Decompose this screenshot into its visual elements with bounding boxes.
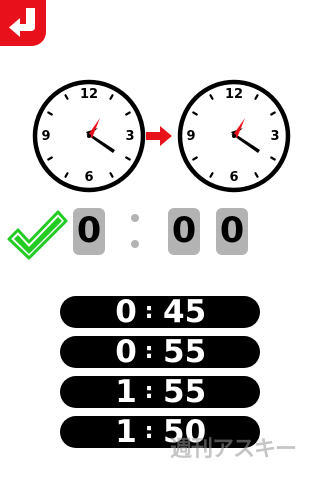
clock-number-3: 3: [270, 129, 280, 144]
start-clock: 12 3 6 9: [31, 78, 147, 194]
option-separator: :: [144, 339, 154, 364]
option-separator: :: [144, 299, 154, 324]
clock-number-9: 9: [41, 129, 51, 144]
checkmark-icon: [7, 210, 68, 260]
end-clock: 12 3 6 9: [176, 78, 292, 194]
answer-minute-tens-digit[interactable]: 0: [168, 208, 200, 255]
option-minutes: 55: [163, 374, 207, 410]
option-hours: 1: [115, 414, 137, 450]
clock-number-6: 6: [84, 170, 94, 185]
colon-dot: [131, 214, 139, 222]
clock-number-12: 12: [79, 87, 99, 102]
option-minutes: 45: [163, 294, 207, 330]
option-separator: :: [144, 419, 154, 444]
option-hours: 0: [115, 294, 137, 330]
answer-minute-ones-digit[interactable]: 0: [216, 208, 248, 255]
answer-option-button[interactable]: 1 : 55: [60, 376, 260, 408]
colon-dot: [131, 240, 139, 248]
answer-option-button[interactable]: 0 : 55: [60, 336, 260, 368]
option-minutes: 55: [163, 334, 207, 370]
clock-number-9: 9: [186, 129, 196, 144]
option-hours: 1: [115, 374, 137, 410]
answer-option-button[interactable]: 1 : 50: [60, 416, 260, 448]
back-button[interactable]: [0, 0, 46, 46]
option-minutes: 50: [163, 414, 207, 450]
clock-number-6: 6: [229, 170, 239, 185]
right-arrow-icon: [146, 126, 172, 146]
answer-option-button[interactable]: 0 : 45: [60, 296, 260, 328]
clock-number-12: 12: [224, 87, 244, 102]
option-separator: :: [144, 379, 154, 404]
clock-number-3: 3: [125, 129, 135, 144]
option-hours: 0: [115, 334, 137, 370]
return-arrow-icon: [9, 8, 35, 37]
answer-hour-digit[interactable]: 0: [73, 208, 105, 255]
